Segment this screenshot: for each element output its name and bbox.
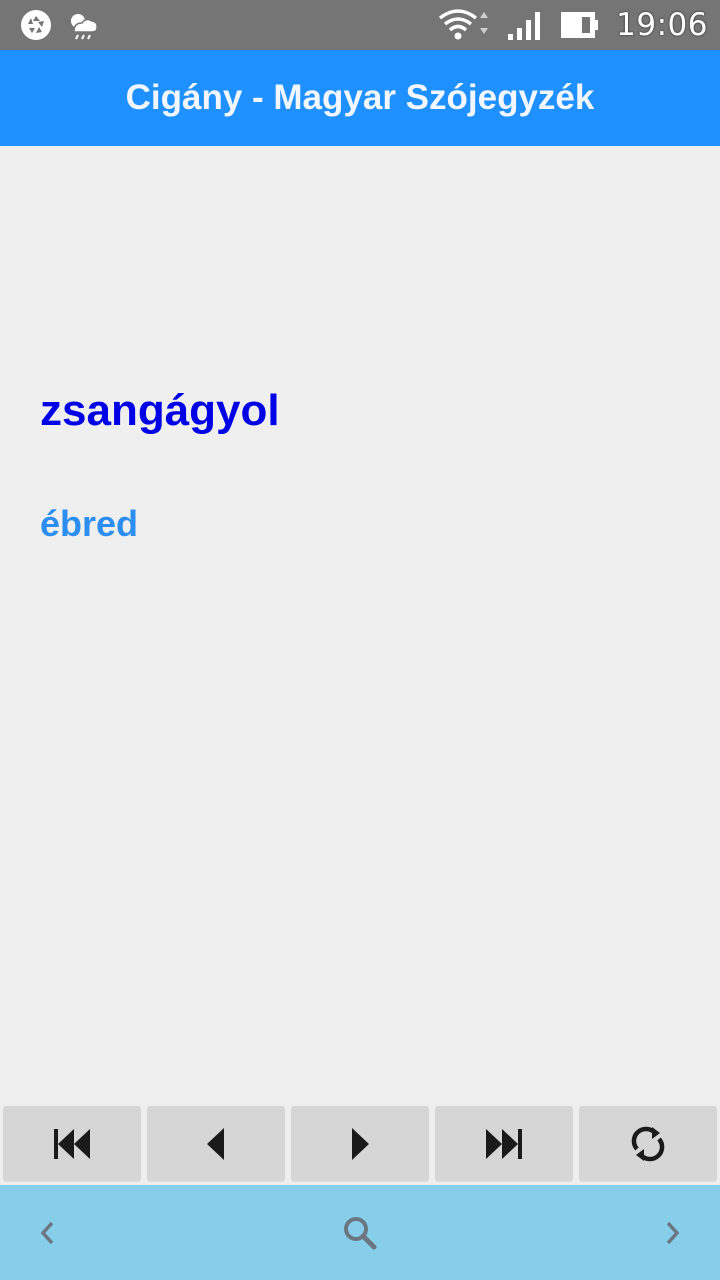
status-time: 19:06 (616, 7, 708, 43)
bottom-prev-button[interactable] (18, 1205, 78, 1261)
skip-last-icon (486, 1128, 522, 1159)
next-button[interactable] (291, 1106, 429, 1181)
refresh-button[interactable] (579, 1106, 717, 1181)
skip-first-icon (54, 1128, 90, 1159)
refresh-icon (631, 1126, 665, 1161)
signal-icon (508, 12, 541, 40)
bottom-search-button[interactable] (330, 1205, 390, 1261)
status-bar: 19:06 (0, 0, 720, 50)
chevron-right-icon (666, 1221, 680, 1245)
first-button[interactable] (3, 1106, 141, 1181)
previous-icon (207, 1127, 224, 1160)
app-title: Cigány - Magyar Szójegyzék (125, 78, 595, 117)
bottom-bar (0, 1185, 720, 1280)
wifi-icon (439, 9, 489, 40)
previous-button[interactable] (147, 1106, 285, 1181)
navigation-buttons (0, 1106, 720, 1182)
status-right-icons: 19:06 (438, 7, 708, 43)
bottom-next-button[interactable] (642, 1205, 702, 1261)
search-icon (344, 1217, 377, 1250)
next-icon (352, 1127, 369, 1160)
battery-icon (561, 12, 599, 38)
weather-icon (71, 14, 98, 40)
translation-text: ébred (40, 503, 139, 544)
word-text: zsangágyol (40, 386, 280, 435)
aperture-icon (21, 10, 51, 40)
status-left-icons (20, 9, 438, 41)
last-button[interactable] (435, 1106, 573, 1181)
app-bar: Cigány - Magyar Szójegyzék (0, 50, 720, 146)
chevron-left-icon (40, 1221, 54, 1245)
